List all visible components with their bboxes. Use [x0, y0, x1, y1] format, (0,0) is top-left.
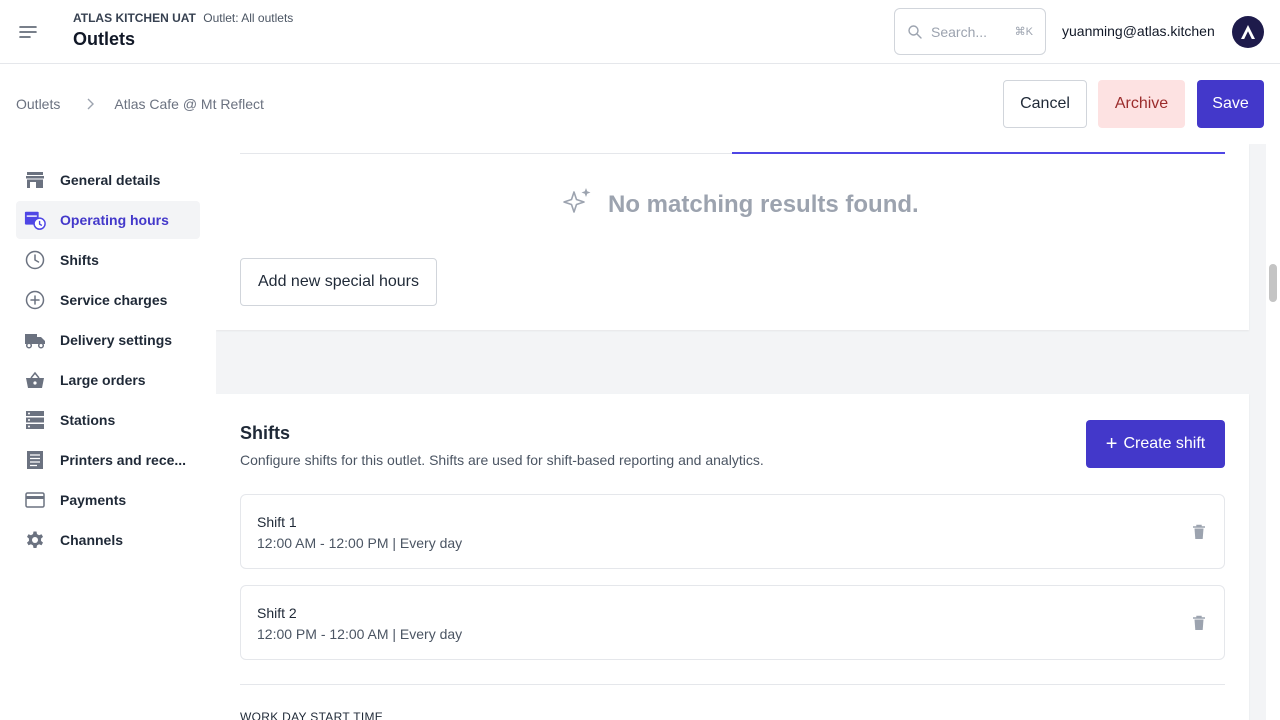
create-shift-button[interactable]: + Create shift: [1086, 420, 1225, 468]
sidebar-item-label: Stations: [60, 412, 116, 428]
sidebar-item-operating-hours[interactable]: Operating hours: [16, 201, 200, 239]
sidebar-item-printers[interactable]: Printers and rece...: [16, 441, 200, 479]
active-tab-indicator: [732, 152, 1225, 154]
calendar-clock-icon: [24, 209, 46, 231]
plus-icon: +: [1105, 433, 1118, 455]
shift-name: Shift 1: [257, 514, 297, 530]
sidebar-item-general-details[interactable]: General details: [16, 161, 200, 199]
empty-state-text: No matching results found.: [608, 190, 919, 218]
main-content: No matching results found. Add new speci…: [216, 144, 1266, 720]
section-divider: [240, 684, 1225, 685]
sidebar-item-payments[interactable]: Payments: [16, 481, 200, 519]
sidebar-item-delivery-settings[interactable]: Delivery settings: [16, 321, 200, 359]
create-shift-label: Create shift: [1123, 435, 1206, 452]
shift-row[interactable]: Shift 2 12:00 PM - 12:00 AM | Every day: [240, 585, 1225, 660]
sidebar-item-service-charges[interactable]: Service charges: [16, 281, 200, 319]
sidebar-item-label: Printers and rece...: [60, 452, 187, 468]
outlet-filter[interactable]: Outlet: All outlets: [203, 11, 293, 25]
search-placeholder: Search...: [931, 23, 988, 40]
top-bar: ATLAS KITCHEN UAT Outlet: All outlets Ou…: [0, 0, 1280, 64]
breadcrumb: Outlets Atlas Cafe @ Mt Reflect: [16, 96, 264, 112]
shifts-description: Configure shifts for this outlet. Shifts…: [240, 452, 764, 468]
trash-icon[interactable]: [1192, 524, 1206, 540]
sidebar-item-large-orders[interactable]: Large orders: [16, 361, 200, 399]
basket-icon: [24, 369, 46, 391]
org-name: ATLAS KITCHEN UAT: [73, 11, 196, 25]
shifts-card: Shifts Configure shifts for this outlet.…: [216, 394, 1249, 720]
special-hours-card: No matching results found. Add new speci…: [216, 144, 1249, 330]
sidebar-item-label: Service charges: [60, 292, 168, 308]
save-button[interactable]: Save: [1197, 80, 1264, 128]
search-input[interactable]: Search... ⌘K: [894, 8, 1046, 55]
receipt-icon: [24, 449, 46, 471]
sidebar-item-label: Payments: [60, 492, 127, 508]
cancel-button[interactable]: Cancel: [1003, 80, 1087, 128]
plus-circle-icon: [24, 289, 46, 311]
page-title: Outlets: [73, 29, 136, 49]
search-shortcut: ⌘K: [1014, 26, 1033, 38]
chevron-right-icon: [86, 98, 95, 110]
sidebar: General details Operating hours Shifts S…: [0, 144, 216, 720]
scrollbar[interactable]: [1266, 144, 1280, 720]
shift-time: 12:00 PM - 12:00 AM | Every day: [257, 626, 463, 642]
sub-header: Outlets Atlas Cafe @ Mt Reflect Cancel A…: [0, 64, 1280, 144]
avatar[interactable]: [1232, 16, 1264, 48]
sidebar-item-label: Delivery settings: [60, 332, 173, 348]
sidebar-item-shifts[interactable]: Shifts: [16, 241, 200, 279]
breadcrumb-root[interactable]: Outlets: [16, 96, 60, 112]
user-email[interactable]: yuanming@atlas.kitchen: [1062, 23, 1215, 39]
sidebar-item-label: Operating hours: [60, 212, 169, 228]
credit-card-icon: [24, 489, 46, 511]
sidebar-item-label: Channels: [60, 532, 124, 548]
shift-row[interactable]: Shift 1 12:00 AM - 12:00 PM | Every day: [240, 494, 1225, 569]
scrollbar-thumb[interactable]: [1269, 264, 1277, 302]
atlas-logo-icon: [1241, 25, 1255, 39]
search-icon: [907, 24, 923, 40]
org-line: ATLAS KITCHEN UAT Outlet: All outlets: [73, 11, 293, 25]
sidebar-item-label: Shifts: [60, 252, 99, 268]
gear-icon: [24, 529, 46, 551]
sparkles-icon: [562, 186, 594, 223]
truck-icon: [24, 329, 46, 351]
clock-icon: [24, 249, 46, 271]
empty-state: No matching results found.: [562, 186, 919, 223]
sidebar-item-stations[interactable]: Stations: [16, 401, 200, 439]
shift-name: Shift 2: [257, 605, 297, 621]
shifts-title: Shifts: [240, 423, 291, 443]
work-day-start-label: WORK DAY START TIME: [240, 710, 384, 720]
sidebar-item-label: General details: [60, 172, 161, 188]
archive-button[interactable]: Archive: [1098, 80, 1185, 128]
store-icon: [24, 169, 46, 191]
breadcrumb-current: Atlas Cafe @ Mt Reflect: [114, 96, 264, 112]
add-special-hours-button[interactable]: Add new special hours: [240, 258, 437, 306]
sidebar-item-label: Large orders: [60, 372, 146, 388]
server-icon: [24, 409, 46, 431]
trash-icon[interactable]: [1192, 615, 1206, 631]
menu-icon[interactable]: [18, 22, 38, 42]
shift-time: 12:00 AM - 12:00 PM | Every day: [257, 535, 463, 551]
sidebar-item-channels[interactable]: Channels: [16, 521, 200, 559]
